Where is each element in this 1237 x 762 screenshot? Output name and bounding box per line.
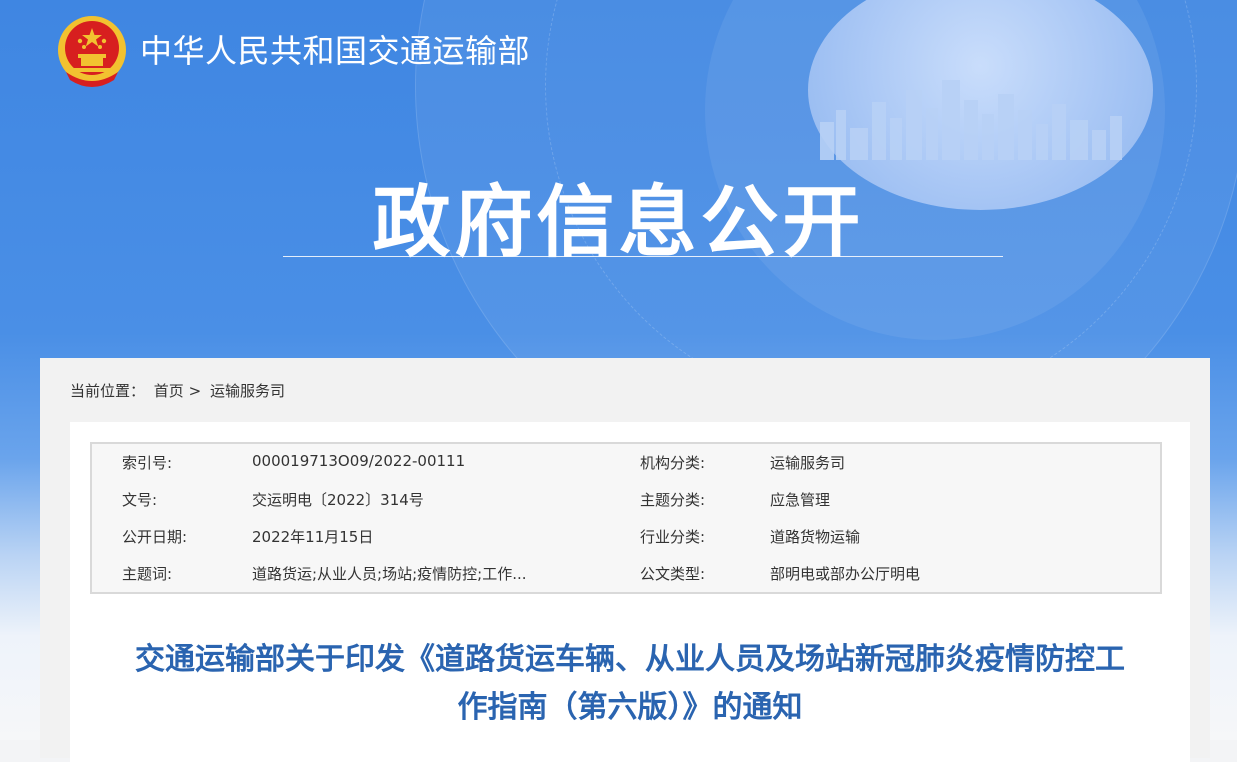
metadata-value: 道路货物运输 <box>770 528 861 546</box>
metadata-label: 行业分类: <box>640 528 706 546</box>
metadata-value: 应急管理 <box>770 491 831 509</box>
metadata-value: 道路货运;从业人员;场站;疫情防控;工作... <box>252 565 527 583</box>
metadata-row: 公开日期: 2022年11月15日 行业分类: 道路货物运输 <box>92 518 1160 554</box>
breadcrumb-separator: > <box>188 382 202 400</box>
national-emblem-icon <box>58 16 126 87</box>
metadata-label: 机构分类: <box>640 454 706 472</box>
breadcrumb-home-link[interactable]: 首页 <box>154 382 184 400</box>
breadcrumb: 当前位置： 首页 > 运输服务司 <box>70 380 285 401</box>
metadata-label: 主题分类: <box>640 491 706 509</box>
breadcrumb-prefix: 当前位置： <box>70 382 146 400</box>
ministry-name[interactable]: 中华人民共和国交通运输部 <box>140 26 530 72</box>
metadata-row: 文号: 交运明电〔2022〕314号 主题分类: 应急管理 <box>92 481 1160 517</box>
document-title-line: 作指南（第六版）》的通知 <box>457 690 803 725</box>
metadata-row: 主题词: 道路货运;从业人员;场站;疫情防控;工作... 公文类型: 部明电或部… <box>92 555 1160 591</box>
content-area: 索引号: 000019713O09/2022-00111 机构分类: 运输服务司… <box>70 422 1190 762</box>
metadata-row: 索引号: 000019713O09/2022-00111 机构分类: 运输服务司 <box>92 444 1160 480</box>
metadata-label: 索引号: <box>122 454 173 472</box>
breadcrumb-department-link[interactable]: 运输服务司 <box>210 382 285 400</box>
city-skyline-image <box>820 80 1122 160</box>
metadata-label: 文号: <box>122 491 158 509</box>
metadata-label: 主题词: <box>122 565 173 583</box>
metadata-value: 000019713O09/2022-00111 <box>252 452 466 470</box>
metadata-label: 公文类型: <box>640 565 706 583</box>
metadata-label: 公开日期: <box>122 528 188 546</box>
metadata-value: 2022年11月15日 <box>252 528 374 546</box>
main-panel: 当前位置： 首页 > 运输服务司 索引号: 000019713O09/2022-… <box>40 358 1210 762</box>
metadata-value: 部明电或部办公厅明电 <box>770 565 921 583</box>
metadata-value: 运输服务司 <box>770 454 846 472</box>
metadata-value: 交运明电〔2022〕314号 <box>252 491 424 509</box>
title-divider <box>283 256 1003 257</box>
document-title: 交通运输部关于印发《道路货运车辆、从业人员及场站新冠肺炎疫情防控工 作指南（第六… <box>70 636 1190 732</box>
document-title-line: 交通运输部关于印发《道路货运车辆、从业人员及场站新冠肺炎疫情防控工 <box>135 642 1125 677</box>
document-metadata-table: 索引号: 000019713O09/2022-00111 机构分类: 运输服务司… <box>90 442 1162 594</box>
